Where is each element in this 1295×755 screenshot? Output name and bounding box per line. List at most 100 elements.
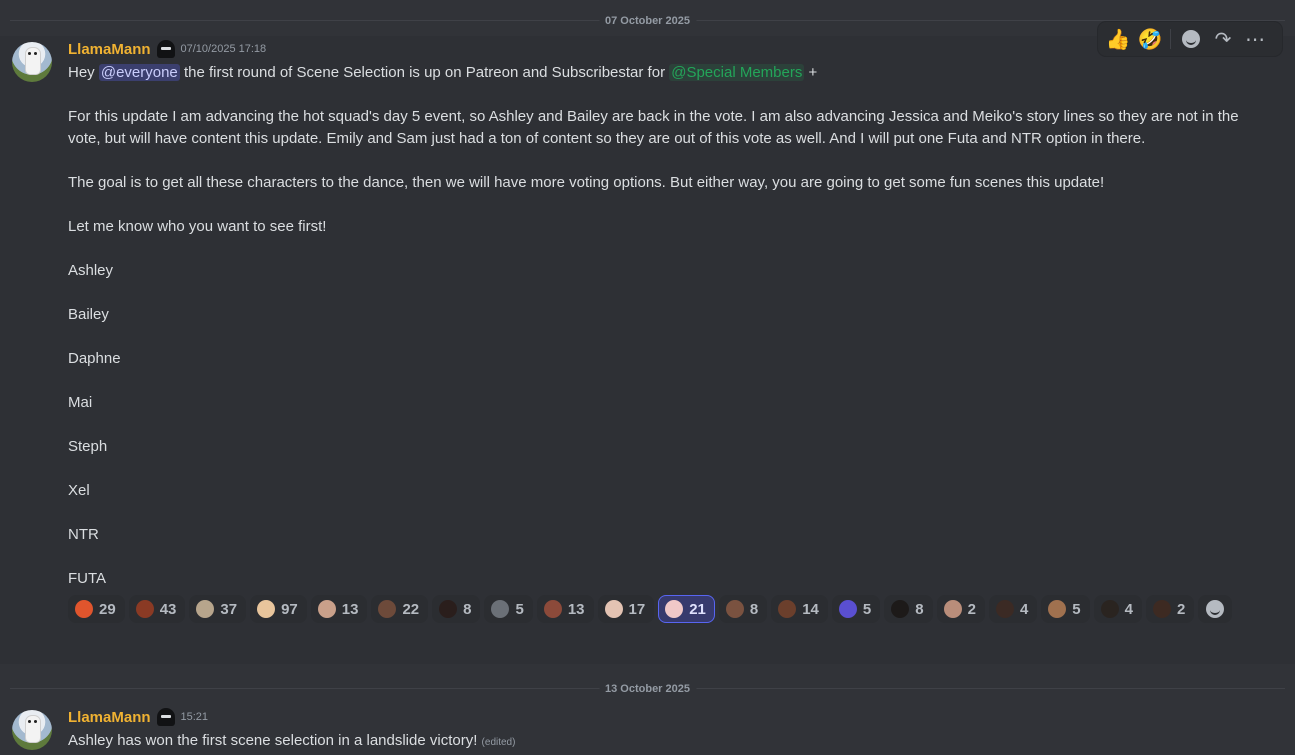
timestamp: 07/10/2025 17:18 xyxy=(180,43,267,55)
reaction-emoji-icon xyxy=(604,600,623,618)
date-divider-label: 07 October 2025 xyxy=(599,15,696,27)
message-line: The goal is to get all these characters … xyxy=(68,174,1105,191)
text: the first round of Scene Selection is up… xyxy=(179,64,670,81)
reaction-button[interactable]: 2 xyxy=(936,595,985,623)
reaction-button[interactable]: 5 xyxy=(484,595,533,623)
reaction-button[interactable]: 22 xyxy=(371,595,429,623)
reaction-emoji-icon xyxy=(838,600,857,618)
reaction-count: 17 xyxy=(628,600,646,618)
everyone-mention[interactable]: @everyone xyxy=(98,64,180,81)
reaction-emoji-icon xyxy=(995,600,1014,618)
reaction-count: 13 xyxy=(341,600,359,618)
message-toolbar: 👍 🤣 ↷ ⋯ xyxy=(1098,22,1282,56)
role-badge-icon xyxy=(156,708,175,726)
reaction-button[interactable]: 8 xyxy=(884,595,933,623)
option-steph: Steph xyxy=(68,438,108,455)
message-line: vote, but will have content this update.… xyxy=(68,130,1146,147)
reaction-button[interactable]: 8 xyxy=(432,595,481,623)
reaction-button[interactable]: 14 xyxy=(771,595,828,623)
reaction-button[interactable]: 2 xyxy=(1145,595,1195,623)
message-header: LlamaMann 15:21 xyxy=(68,708,208,726)
reaction-emoji-icon xyxy=(378,600,397,618)
date-divider: 13 October 2025 xyxy=(10,683,1285,695)
reaction-count: 97 xyxy=(281,600,298,618)
reaction-emoji-icon xyxy=(439,600,458,618)
reaction-emoji-icon xyxy=(665,600,684,618)
reaction-button[interactable]: 21 xyxy=(658,595,715,623)
message-line: Let me know who you want to see first! xyxy=(68,218,327,235)
message-text: Ashley has won the first scene selection… xyxy=(68,732,478,749)
reaction-emoji-icon xyxy=(778,600,797,618)
more-icon[interactable]: ⋯ xyxy=(1241,25,1269,53)
message-line: Hey @everyone the first round of Scene S… xyxy=(68,62,1255,84)
reaction-count: 13 xyxy=(567,600,585,618)
reaction-button[interactable]: 4 xyxy=(1093,595,1142,623)
reaction-count: 5 xyxy=(862,600,872,618)
reaction-button[interactable]: 43 xyxy=(128,595,186,623)
reaction-button[interactable]: 17 xyxy=(597,595,655,623)
reaction-count: 22 xyxy=(402,600,420,618)
thumbs-up-icon[interactable]: 👍 xyxy=(1104,25,1132,53)
reaction-emoji-icon xyxy=(1100,600,1119,618)
reactions-bar: 29 43 37 97 13 22 8 5 13 17 21 8 14 5 8 2 4 5 4 2 xyxy=(68,595,1258,623)
avatar[interactable] xyxy=(12,42,52,82)
reaction-button[interactable]: 29 xyxy=(68,595,125,623)
reaction-emoji-icon xyxy=(943,600,962,618)
reaction-count: 2 xyxy=(967,600,976,618)
edited-label: (edited) xyxy=(481,737,516,748)
reaction-button[interactable]: 5 xyxy=(831,595,881,623)
timestamp: 15:21 xyxy=(180,711,209,723)
reaction-count: 5 xyxy=(515,600,524,618)
username[interactable]: LlamaMann xyxy=(68,41,151,58)
option-ashley: Ashley xyxy=(68,262,114,279)
avatar[interactable] xyxy=(12,710,52,750)
reaction-count: 4 xyxy=(1019,600,1029,618)
date-divider: 07 October 2025 xyxy=(10,15,1285,27)
reaction-emoji-icon xyxy=(491,600,510,618)
role-mention[interactable]: @Special Members xyxy=(669,64,805,81)
reaction-button[interactable]: 13 xyxy=(536,595,594,623)
reaction-count: 8 xyxy=(463,600,472,618)
reaction-button[interactable]: 13 xyxy=(310,595,368,623)
reaction-count: 29 xyxy=(99,600,116,618)
rofl-icon[interactable]: 🤣 xyxy=(1136,25,1164,53)
option-xel: Xel xyxy=(68,482,90,499)
message-header: LlamaMann 07/10/2025 17:18 xyxy=(68,40,266,58)
add-reaction-button[interactable] xyxy=(1198,595,1233,623)
reaction-count: 5 xyxy=(1072,600,1081,618)
reaction-count: 37 xyxy=(220,600,238,618)
forward-icon[interactable]: ↷ xyxy=(1209,25,1237,53)
reaction-emoji-icon xyxy=(135,600,154,618)
reaction-count: 4 xyxy=(1124,600,1133,618)
reaction-count: 43 xyxy=(159,600,177,618)
text: + xyxy=(804,64,818,81)
message-content: Ashley has won the first scene selection… xyxy=(68,730,1255,754)
option-daphne: Daphne xyxy=(68,350,121,367)
date-divider-label: 13 October 2025 xyxy=(599,683,696,695)
reaction-count: 8 xyxy=(749,600,759,618)
reaction-button[interactable]: 4 xyxy=(988,595,1038,623)
reaction-emoji-icon xyxy=(257,600,276,618)
reaction-count: 21 xyxy=(689,600,706,618)
message-line: For this update I am advancing the hot s… xyxy=(68,108,1239,125)
reaction-button[interactable]: 5 xyxy=(1041,595,1090,623)
reaction-emoji-icon xyxy=(725,600,744,618)
option-futa: FUTA xyxy=(68,570,107,587)
text: Hey xyxy=(68,64,99,81)
reaction-emoji-icon xyxy=(317,600,336,618)
reaction-emoji-icon xyxy=(891,600,910,618)
reaction-emoji-icon xyxy=(1152,600,1171,618)
reaction-count: 14 xyxy=(802,600,819,618)
toolbar-separator xyxy=(1170,29,1171,49)
reaction-count: 8 xyxy=(915,600,924,618)
option-ntr: NTR xyxy=(68,526,99,543)
username[interactable]: LlamaMann xyxy=(68,709,151,726)
role-badge-icon xyxy=(156,40,175,58)
reaction-button[interactable]: 97 xyxy=(250,595,307,623)
reaction-emoji-icon xyxy=(196,600,215,618)
add-reaction-icon[interactable] xyxy=(1177,25,1205,53)
message-content: Hey @everyone the first round of Scene S… xyxy=(68,62,1255,590)
reaction-button[interactable]: 8 xyxy=(718,595,768,623)
reaction-button[interactable]: 37 xyxy=(189,595,247,623)
reaction-emoji-icon xyxy=(1048,600,1067,618)
